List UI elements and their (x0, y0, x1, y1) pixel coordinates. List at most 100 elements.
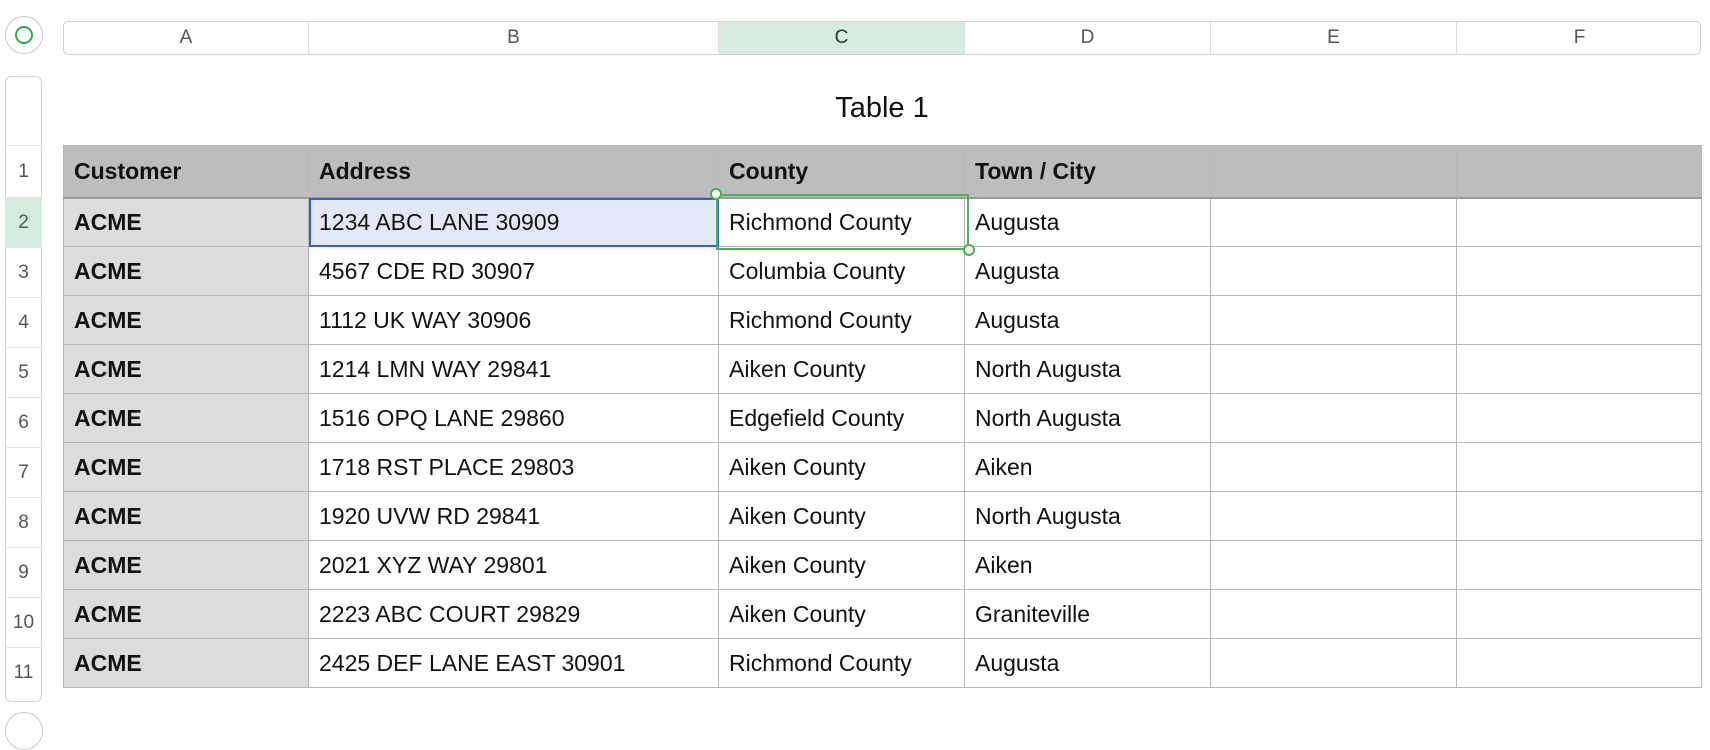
cell-customer[interactable]: ACME (63, 491, 309, 541)
cell-e[interactable] (1210, 246, 1457, 296)
cell-address[interactable]: 1718 RST PLACE 29803 (308, 442, 719, 492)
cell-address[interactable]: 2021 XYZ WAY 29801 (308, 540, 719, 590)
row-header-2[interactable]: 2 (5, 197, 42, 247)
header-cell-e[interactable] (1210, 145, 1457, 199)
cell-county[interactable]: Aiken County (718, 589, 965, 639)
cell-town-city[interactable]: North Augusta (964, 344, 1211, 394)
column-header-b[interactable]: B (309, 22, 719, 54)
cell-address-selected[interactable]: 1234 ABC LANE 30909 (308, 197, 719, 247)
cell-f[interactable] (1456, 344, 1702, 394)
cell-town-city[interactable]: Augusta (964, 295, 1211, 345)
cell-customer[interactable]: ACME (63, 540, 309, 590)
cell-county[interactable]: Edgefield County (718, 393, 965, 443)
column-header-bar: A B C D E F (63, 21, 1701, 55)
cell-e[interactable] (1210, 589, 1457, 639)
column-header-c[interactable]: C (719, 22, 965, 54)
column-header-a[interactable]: A (64, 22, 309, 54)
cell-county[interactable]: Richmond County (718, 638, 965, 688)
cell-address[interactable]: 1516 OPQ LANE 29860 (308, 393, 719, 443)
header-cell-customer[interactable]: Customer (63, 145, 309, 199)
cell-f[interactable] (1456, 197, 1702, 247)
header-cell-f[interactable] (1456, 145, 1702, 199)
row-header-3[interactable]: 3 (5, 247, 42, 297)
row-header-10[interactable]: 10 (5, 597, 42, 647)
cell-county[interactable]: Aiken County (718, 491, 965, 541)
selection-handle-bottom-right[interactable] (963, 244, 975, 256)
table-row: ACME 4567 CDE RD 30907 Columbia County A… (63, 246, 1702, 296)
cell-e[interactable] (1210, 442, 1457, 492)
row-header-1[interactable]: 1 (5, 145, 42, 197)
cell-e[interactable] (1210, 197, 1457, 247)
cell-town-city[interactable]: Graniteville (964, 589, 1211, 639)
row-header-4[interactable]: 4 (5, 297, 42, 347)
add-row-button[interactable] (5, 712, 43, 750)
cell-customer[interactable]: ACME (63, 344, 309, 394)
row-header-8[interactable]: 8 (5, 497, 42, 547)
table-row: ACME 1112 UK WAY 30906 Richmond County A… (63, 295, 1702, 345)
cell-town-city[interactable]: North Augusta (964, 393, 1211, 443)
row-header-5[interactable]: 5 (5, 347, 42, 397)
cell-customer[interactable]: ACME (63, 295, 309, 345)
header-cell-county[interactable]: County (718, 145, 965, 199)
cell-town-city[interactable]: Augusta (964, 197, 1211, 247)
cell-e[interactable] (1210, 491, 1457, 541)
cell-address[interactable]: 2425 DEF LANE EAST 30901 (308, 638, 719, 688)
cell-town-city[interactable]: North Augusta (964, 491, 1211, 541)
cell-address[interactable]: 1920 UVW RD 29841 (308, 491, 719, 541)
table-title[interactable]: Table 1 (63, 92, 1701, 125)
cell-f[interactable] (1456, 295, 1702, 345)
cell-county[interactable]: Aiken County (718, 344, 965, 394)
cell-f[interactable] (1456, 246, 1702, 296)
cell-address[interactable]: 1214 LMN WAY 29841 (308, 344, 719, 394)
cell-f[interactable] (1456, 540, 1702, 590)
table-header-row: Customer Address County Town / City (63, 145, 1702, 199)
cell-f[interactable] (1456, 589, 1702, 639)
cell-county[interactable]: Aiken County (718, 540, 965, 590)
cell-customer[interactable]: ACME (63, 393, 309, 443)
table-row: ACME 1234 ABC LANE 30909 Richmond County… (63, 197, 1702, 247)
cell-f[interactable] (1456, 442, 1702, 492)
row-header-9[interactable]: 9 (5, 547, 42, 597)
cell-town-city[interactable]: Aiken (964, 540, 1211, 590)
table-row: ACME 2021 XYZ WAY 29801 Aiken County Aik… (63, 540, 1702, 590)
cell-f[interactable] (1456, 638, 1702, 688)
table-row: ACME 1718 RST PLACE 29803 Aiken County A… (63, 442, 1702, 492)
cell-e[interactable] (1210, 638, 1457, 688)
cell-address[interactable]: 4567 CDE RD 30907 (308, 246, 719, 296)
column-header-e[interactable]: E (1211, 22, 1457, 54)
cell-county[interactable]: Aiken County (718, 442, 965, 492)
select-all-button[interactable] (5, 16, 43, 54)
header-cell-town-city[interactable]: Town / City (964, 145, 1211, 199)
table-row: ACME 1516 OPQ LANE 29860 Edgefield Count… (63, 393, 1702, 443)
row-header-6[interactable]: 6 (5, 397, 42, 447)
cell-e[interactable] (1210, 540, 1457, 590)
cell-customer[interactable]: ACME (63, 589, 309, 639)
cell-customer[interactable]: ACME (63, 246, 309, 296)
header-cell-address[interactable]: Address (308, 145, 719, 199)
cell-town-city[interactable]: Augusta (964, 246, 1211, 296)
cell-town-city[interactable]: Aiken (964, 442, 1211, 492)
cell-customer[interactable]: ACME (63, 197, 309, 247)
selection-handle-top-left[interactable] (710, 188, 722, 200)
cell-e[interactable] (1210, 344, 1457, 394)
column-header-f[interactable]: F (1457, 22, 1700, 54)
cell-customer[interactable]: ACME (63, 638, 309, 688)
row-header-7[interactable]: 7 (5, 447, 42, 497)
table-row: ACME 1920 UVW RD 29841 Aiken County Nort… (63, 491, 1702, 541)
cell-e[interactable] (1210, 295, 1457, 345)
cell-e[interactable] (1210, 393, 1457, 443)
cell-f[interactable] (1456, 393, 1702, 443)
table-row: ACME 2223 ABC COURT 29829 Aiken County G… (63, 589, 1702, 639)
column-header-d[interactable]: D (965, 22, 1211, 54)
cell-county[interactable]: Richmond County (718, 197, 965, 247)
spreadsheet-table: Customer Address County Town / City ACME… (63, 145, 1702, 688)
cell-address[interactable]: 2223 ABC COURT 29829 (308, 589, 719, 639)
cell-f[interactable] (1456, 491, 1702, 541)
cell-address[interactable]: 1112 UK WAY 30906 (308, 295, 719, 345)
cell-county[interactable]: Richmond County (718, 295, 965, 345)
row-header-11[interactable]: 11 (5, 647, 42, 697)
cell-county[interactable]: Columbia County (718, 246, 965, 296)
cell-customer[interactable]: ACME (63, 442, 309, 492)
cell-town-city[interactable]: Augusta (964, 638, 1211, 688)
table-row: ACME 2425 DEF LANE EAST 30901 Richmond C… (63, 638, 1702, 688)
